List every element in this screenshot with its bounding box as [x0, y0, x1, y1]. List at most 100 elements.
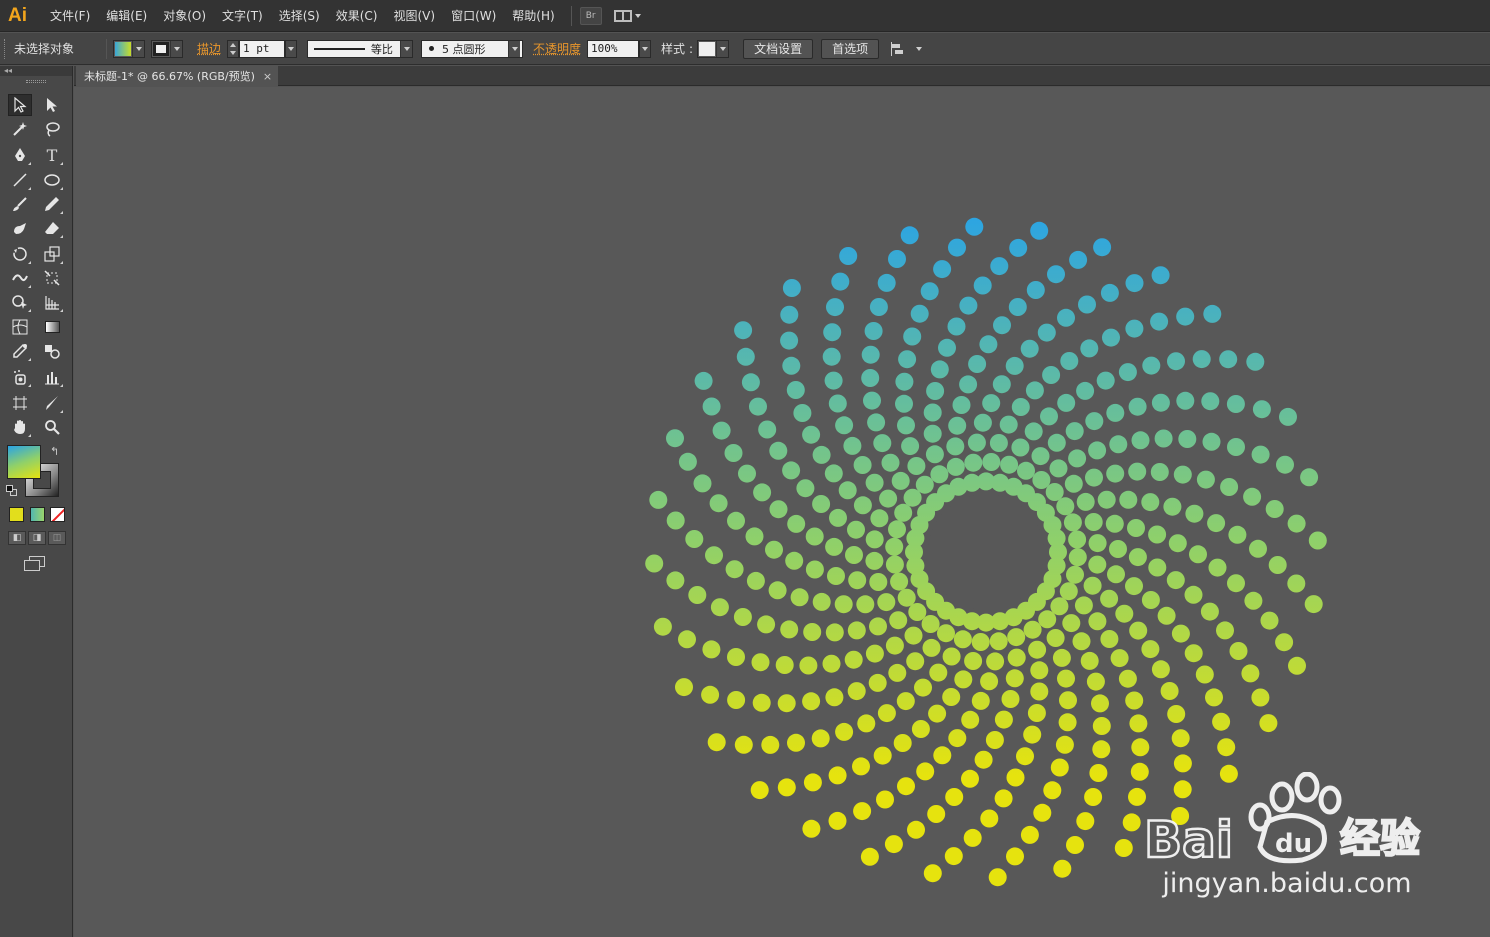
stroke-color-dropdown[interactable]	[151, 39, 183, 58]
gradient-mode-button[interactable]	[30, 507, 45, 522]
pencil-tool-icon[interactable]	[40, 193, 64, 215]
screen-mode-icon[interactable]	[24, 556, 46, 572]
workspace-switcher[interactable]	[613, 9, 641, 22]
spiral-dot	[865, 530, 884, 549]
warp-tool-icon[interactable]	[8, 267, 32, 289]
artboard-canvas[interactable]: Bai du 经验 jingyan.baidu.com	[74, 87, 1490, 937]
spiral-dot	[645, 554, 664, 573]
spiral-dot	[923, 424, 942, 443]
bridge-button[interactable]: Br	[579, 6, 602, 25]
close-icon[interactable]: ×	[263, 70, 272, 83]
brush-definition-dropdown[interactable]: 5 点圆形	[421, 39, 524, 58]
spiral-dot	[736, 347, 755, 366]
gradient-tool-icon[interactable]	[40, 316, 64, 338]
blend-tool-icon[interactable]	[40, 340, 64, 362]
menu-object[interactable]: 对象(O)	[155, 0, 214, 32]
eyedropper-tool-icon[interactable]	[8, 340, 32, 362]
opacity-label[interactable]: 不透明度	[533, 40, 581, 57]
slice-tool-icon[interactable]	[40, 392, 64, 414]
spiral-dot	[1163, 497, 1182, 516]
menu-view[interactable]: 视图(V)	[385, 0, 443, 32]
hand-tool-icon[interactable]	[8, 416, 32, 438]
spiral-dot	[1043, 781, 1062, 800]
spiral-dot	[1208, 558, 1227, 577]
blob-brush-tool-icon[interactable]	[8, 217, 32, 239]
spiral-dot	[1086, 672, 1105, 691]
stroke-weight-stepper[interactable]	[227, 39, 240, 58]
variable-width-profile-dropdown[interactable]: 等比	[307, 39, 414, 58]
lasso-tool-icon[interactable]	[40, 118, 64, 140]
spiral-dot	[1171, 729, 1190, 748]
spiral-dot	[1300, 468, 1319, 487]
spiral-dot	[829, 508, 847, 527]
magic-wand-tool-icon[interactable]	[8, 118, 32, 140]
spiral-dot	[712, 421, 731, 440]
paintbrush-tool-icon[interactable]	[8, 193, 32, 215]
menu-effect[interactable]: 效果(C)	[328, 0, 386, 32]
selection-tool-icon[interactable]	[8, 94, 32, 116]
panel-grip[interactable]	[4, 38, 8, 59]
perspective-grid-tool-icon[interactable]	[40, 291, 64, 313]
fill-box[interactable]	[7, 445, 41, 479]
spiral-dot	[1178, 430, 1197, 448]
app-logo: Ai	[8, 4, 27, 26]
graphic-style-dropdown[interactable]	[697, 39, 730, 58]
ellipse-tool-icon[interactable]	[40, 169, 64, 191]
none-mode-button[interactable]	[50, 507, 65, 522]
stroke-weight-dropdown[interactable]	[285, 39, 298, 58]
spiral-dot	[1131, 431, 1150, 450]
line-segment-tool-icon[interactable]	[8, 169, 32, 191]
arrange-documents-button[interactable]	[891, 41, 923, 56]
opacity-field[interactable]: 100%	[587, 39, 640, 58]
spiral-dot	[890, 572, 909, 591]
spiral-dot	[963, 828, 982, 847]
tools-panel-grip[interactable]	[26, 80, 46, 83]
opacity-dropdown[interactable]	[639, 39, 652, 58]
document-setup-button[interactable]: 文档设置	[743, 38, 814, 59]
swap-fill-stroke-icon[interactable]: ↰	[50, 445, 59, 458]
spiral-dot	[923, 403, 942, 422]
direct-selection-tool-icon[interactable]	[40, 94, 64, 116]
menu-window[interactable]: 窗口(W)	[443, 0, 504, 32]
draw-behind-icon[interactable]: ◨	[28, 531, 46, 545]
preferences-button[interactable]: 首选项	[821, 38, 880, 59]
chevron-down-icon	[716, 40, 729, 57]
spiral-dot	[930, 360, 949, 379]
tools-panel-collapse[interactable]: ◂◂	[0, 66, 72, 76]
fill-color-dropdown[interactable]	[113, 39, 145, 58]
menu-file[interactable]: 文件(F)	[42, 0, 98, 32]
type-tool-icon[interactable]: T	[40, 144, 64, 166]
stroke-weight-field[interactable]: 1 pt	[239, 39, 286, 58]
spiral-dot	[769, 441, 788, 460]
free-transform-tool-icon[interactable]	[40, 267, 64, 289]
pen-tool-icon[interactable]	[8, 144, 32, 166]
column-graph-tool-icon[interactable]	[40, 366, 64, 388]
document-tab[interactable]: 未标题-1* @ 66.67% (RGB/预览) ×	[76, 66, 279, 86]
zoom-tool-icon[interactable]	[40, 416, 64, 438]
color-mode-button[interactable]	[9, 507, 24, 522]
spiral-dot	[786, 381, 805, 399]
draw-normal-icon[interactable]: ◧	[8, 531, 26, 545]
spiral-dot	[911, 720, 930, 738]
spiral-dot	[1009, 238, 1028, 257]
rotate-tool-icon[interactable]	[8, 243, 32, 265]
shape-builder-tool-icon[interactable]	[8, 291, 32, 313]
spiral-dot	[999, 415, 1018, 434]
menu-select[interactable]: 选择(S)	[271, 0, 328, 32]
symbol-sprayer-tool-icon[interactable]	[8, 366, 32, 388]
mesh-tool-icon[interactable]	[8, 316, 32, 338]
menu-edit[interactable]: 编辑(E)	[98, 0, 155, 32]
artboard-tool-icon[interactable]	[8, 392, 32, 414]
default-fill-stroke-icon[interactable]	[6, 485, 17, 496]
spiral-dot	[751, 653, 770, 672]
eraser-tool-icon[interactable]	[40, 217, 64, 239]
spiral-dot	[923, 864, 942, 883]
menu-type[interactable]: 文字(T)	[214, 0, 271, 32]
spiral-dot	[693, 474, 712, 493]
scale-tool-icon[interactable]	[40, 243, 64, 265]
stroke-label[interactable]: 描边	[197, 40, 221, 57]
draw-inside-icon[interactable]: ◫	[48, 531, 66, 545]
menu-help[interactable]: 帮助(H)	[504, 0, 562, 32]
spiral-dot	[775, 656, 794, 674]
chevron-down-icon	[400, 40, 413, 57]
